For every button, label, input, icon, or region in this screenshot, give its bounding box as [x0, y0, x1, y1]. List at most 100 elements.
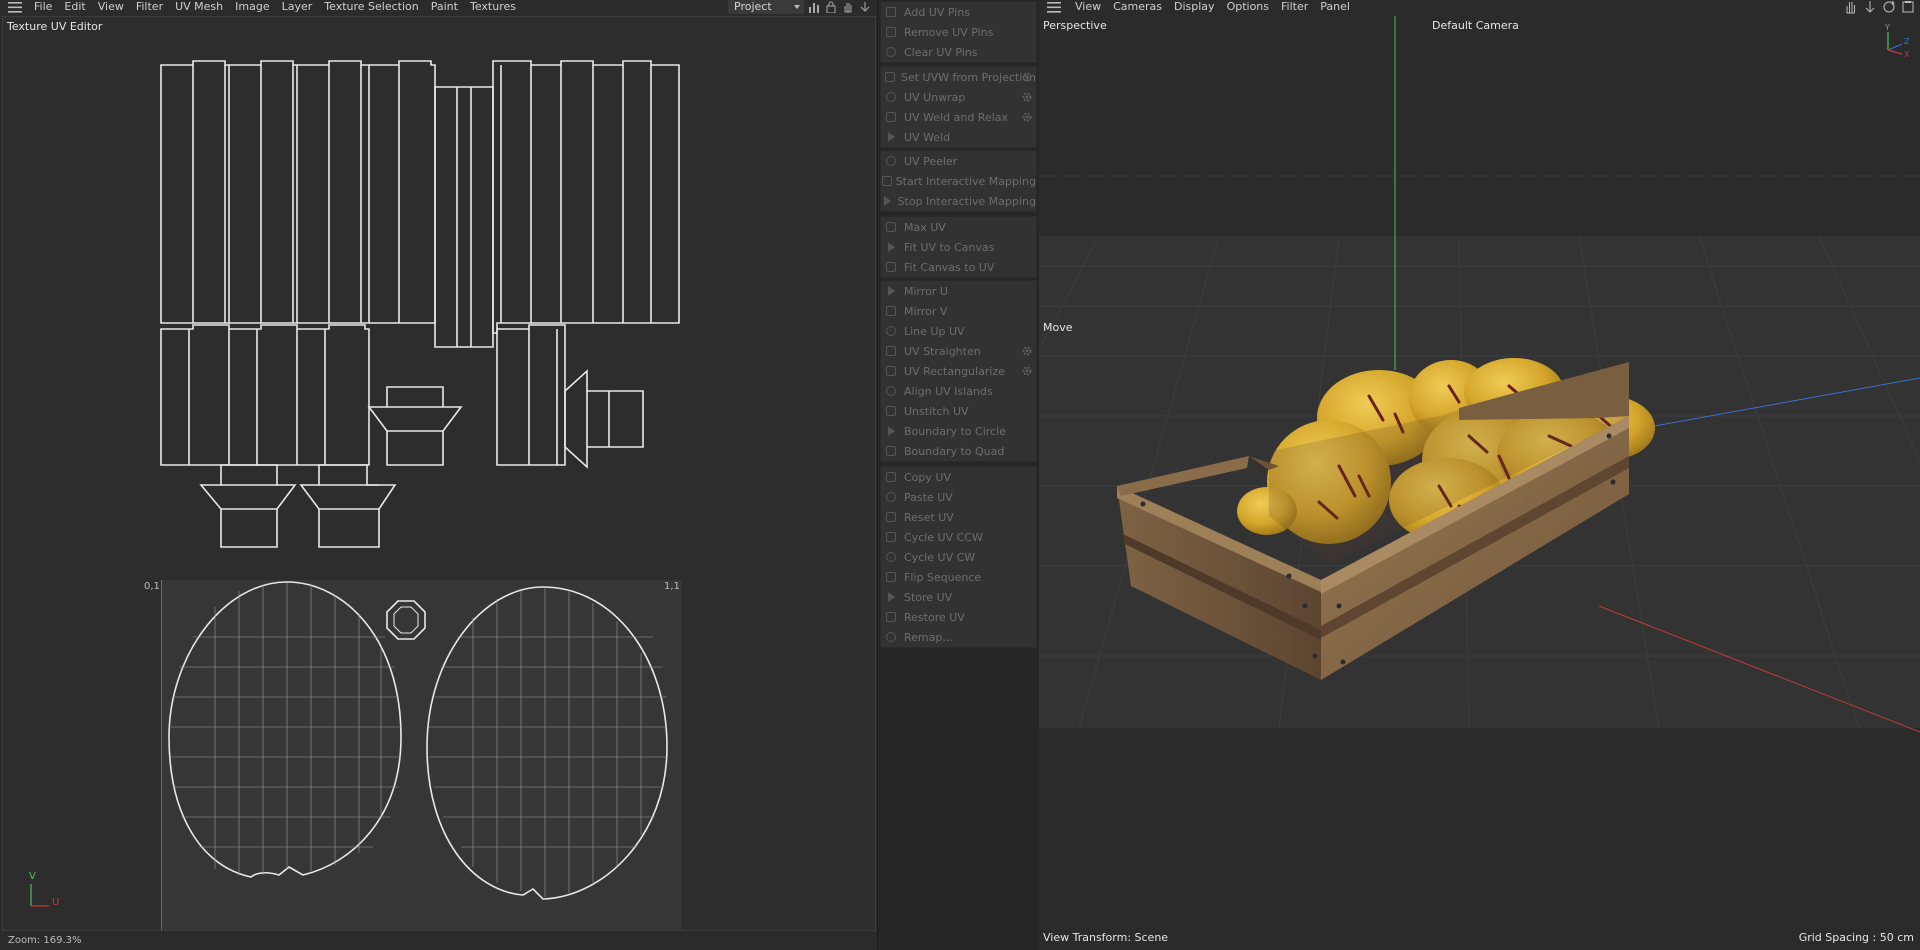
- menu-texture-selection[interactable]: Texture Selection: [318, 0, 424, 14]
- gear-icon[interactable]: [1021, 71, 1033, 83]
- command-stop-interactive-mapping[interactable]: Stop Interactive Mapping: [881, 191, 1036, 211]
- uv-wireframe: [160, 60, 680, 900]
- hamburger-menu-icon[interactable]: [1039, 0, 1069, 14]
- command-fit-canvas-to-uv[interactable]: Fit Canvas to UV: [881, 257, 1036, 277]
- command-mirror-u[interactable]: Mirror U: [881, 281, 1036, 301]
- lock-icon[interactable]: [825, 1, 837, 14]
- move-arrow-icon[interactable]: [1863, 0, 1877, 14]
- command-label: Mirror V: [904, 304, 948, 318]
- menu-paint[interactable]: Paint: [425, 0, 464, 14]
- cycle-uv-cw-icon: [881, 547, 901, 567]
- command-align-uv-islands[interactable]: Align UV Islands: [881, 381, 1036, 401]
- viewport-menubar: View Cameras Display Options Filter Pane…: [1039, 0, 1920, 14]
- menu-file[interactable]: File: [30, 0, 58, 14]
- command-paste-uv[interactable]: Paste UV: [881, 487, 1036, 507]
- paste-uv-icon: [881, 487, 901, 507]
- rotate-icon[interactable]: [1882, 0, 1896, 14]
- viewport-menu-panel[interactable]: Panel: [1314, 0, 1356, 14]
- command-label: UV Straighten: [904, 344, 981, 358]
- start-interactive-mapping-icon: [881, 171, 893, 191]
- menu-view[interactable]: View: [92, 0, 130, 14]
- command-label: Copy UV: [904, 470, 951, 484]
- command-label: UV Rectangularize: [904, 364, 1005, 378]
- command-cycle-uv-cw[interactable]: Cycle UV CW: [881, 547, 1036, 567]
- command-group: Set UVW from Projection UV Unwrap UV Weld …: [880, 66, 1037, 148]
- command-uv-weld-and-relax[interactable]: UV Weld and Relax: [881, 107, 1036, 127]
- command-remove-uv-pins[interactable]: Remove UV Pins: [881, 22, 1036, 42]
- hand-pan-icon[interactable]: [842, 1, 854, 13]
- command-label: Start Interactive Mapping: [895, 174, 1036, 188]
- gear-icon[interactable]: [1021, 365, 1033, 377]
- maximize-icon[interactable]: [1901, 0, 1915, 14]
- command-group: UV Peeler Start Interactive Mapping Stop I…: [880, 150, 1037, 212]
- command-unstitch-uv[interactable]: Unstitch UV: [881, 401, 1036, 421]
- active-tool-label: Move: [1043, 321, 1073, 334]
- hand-pan-icon[interactable]: [1844, 0, 1858, 14]
- menu-uv-mesh[interactable]: UV Mesh: [169, 0, 229, 14]
- command-uv-weld[interactable]: UV Weld: [881, 127, 1036, 147]
- uv-weld-and-relax-icon: [881, 107, 901, 127]
- gear-icon[interactable]: [1021, 345, 1033, 357]
- command-uv-rectangularize[interactable]: UV Rectangularize: [881, 361, 1036, 381]
- uv-fruit-grid: [171, 583, 667, 897]
- viewport-menu-display[interactable]: Display: [1168, 0, 1221, 14]
- hamburger-menu-icon[interactable]: [0, 0, 30, 14]
- viewport-camera-label[interactable]: Default Camera: [1432, 19, 1519, 32]
- fit-uv-to-canvas-icon: [881, 237, 901, 257]
- command-copy-uv[interactable]: Copy UV: [881, 467, 1036, 487]
- command-start-interactive-mapping[interactable]: Start Interactive Mapping: [881, 171, 1036, 191]
- viewport-axis-gizmo-icon: Y Z X: [1884, 24, 1910, 59]
- menu-edit[interactable]: Edit: [58, 0, 91, 14]
- mirror-v-icon: [881, 301, 901, 321]
- uv-island-strip-top-left: [160, 60, 436, 324]
- viewport-scene[interactable]: [1039, 16, 1920, 950]
- project-dropdown-value: Project: [734, 0, 772, 13]
- command-uv-peeler[interactable]: UV Peeler: [881, 151, 1036, 171]
- uv-island-strip-middle: [434, 86, 494, 348]
- reset-uv-icon: [881, 507, 901, 527]
- viewport-menu-view[interactable]: View: [1069, 0, 1107, 14]
- command-set-uvw-from-projection[interactable]: Set UVW from Projection: [881, 67, 1036, 87]
- command-add-uv-pins[interactable]: Add UV Pins: [881, 2, 1036, 22]
- uv-weld-icon: [881, 127, 901, 147]
- viewport-menu-cameras[interactable]: Cameras: [1107, 0, 1168, 14]
- command-fit-uv-to-canvas[interactable]: Fit UV to Canvas: [881, 237, 1036, 257]
- menu-textures[interactable]: Textures: [464, 0, 522, 14]
- command-flip-sequence[interactable]: Flip Sequence: [881, 567, 1036, 587]
- uv-island-strip-top-right: [492, 60, 680, 334]
- command-store-uv[interactable]: Store UV: [881, 587, 1036, 607]
- command-uv-unwrap[interactable]: UV Unwrap: [881, 87, 1036, 107]
- command-label: UV Unwrap: [904, 90, 966, 104]
- command-boundary-to-quad[interactable]: Boundary to Quad: [881, 441, 1036, 461]
- command-uv-straighten[interactable]: UV Straighten: [881, 341, 1036, 361]
- command-label: Reset UV: [904, 510, 954, 524]
- menu-filter[interactable]: Filter: [130, 0, 169, 14]
- project-dropdown[interactable]: Project: [728, 0, 804, 14]
- command-clear-uv-pins[interactable]: Clear UV Pins: [881, 42, 1036, 62]
- viewport-menu-options[interactable]: Options: [1221, 0, 1275, 14]
- gear-icon[interactable]: [1021, 111, 1033, 123]
- unstitch-uv-icon: [881, 401, 901, 421]
- command-restore-uv[interactable]: Restore UV: [881, 607, 1036, 627]
- command-line-up-uv[interactable]: Line Up UV: [881, 321, 1036, 341]
- command-reset-uv[interactable]: Reset UV: [881, 507, 1036, 527]
- histogram-icon[interactable]: [808, 1, 820, 13]
- move-down-arrow-icon[interactable]: [859, 1, 871, 13]
- gear-icon[interactable]: [1021, 91, 1033, 103]
- uv-island-box-middle: [367, 386, 463, 466]
- command-mirror-v[interactable]: Mirror V: [881, 301, 1036, 321]
- command-label: Max UV: [904, 220, 946, 234]
- command-remap[interactable]: Remap...: [881, 627, 1036, 647]
- align-uv-islands-icon: [881, 381, 901, 401]
- viewport-menu-filter[interactable]: Filter: [1275, 0, 1314, 14]
- command-boundary-to-circle[interactable]: Boundary to Circle: [881, 421, 1036, 441]
- uv-canvas[interactable]: Texture UV Editor 0,1 1,1 V U: [2, 16, 876, 931]
- menu-image[interactable]: Image: [229, 0, 275, 14]
- command-cycle-uv-ccw[interactable]: Cycle UV CCW: [881, 527, 1036, 547]
- command-max-uv[interactable]: Max UV: [881, 217, 1036, 237]
- cycle-uv-ccw-icon: [881, 527, 901, 547]
- command-label: Cycle UV CCW: [904, 530, 983, 544]
- uv-axis-u-label: U: [52, 897, 60, 908]
- menu-layer[interactable]: Layer: [276, 0, 319, 14]
- set-uvw-from-projection-icon: [881, 67, 898, 87]
